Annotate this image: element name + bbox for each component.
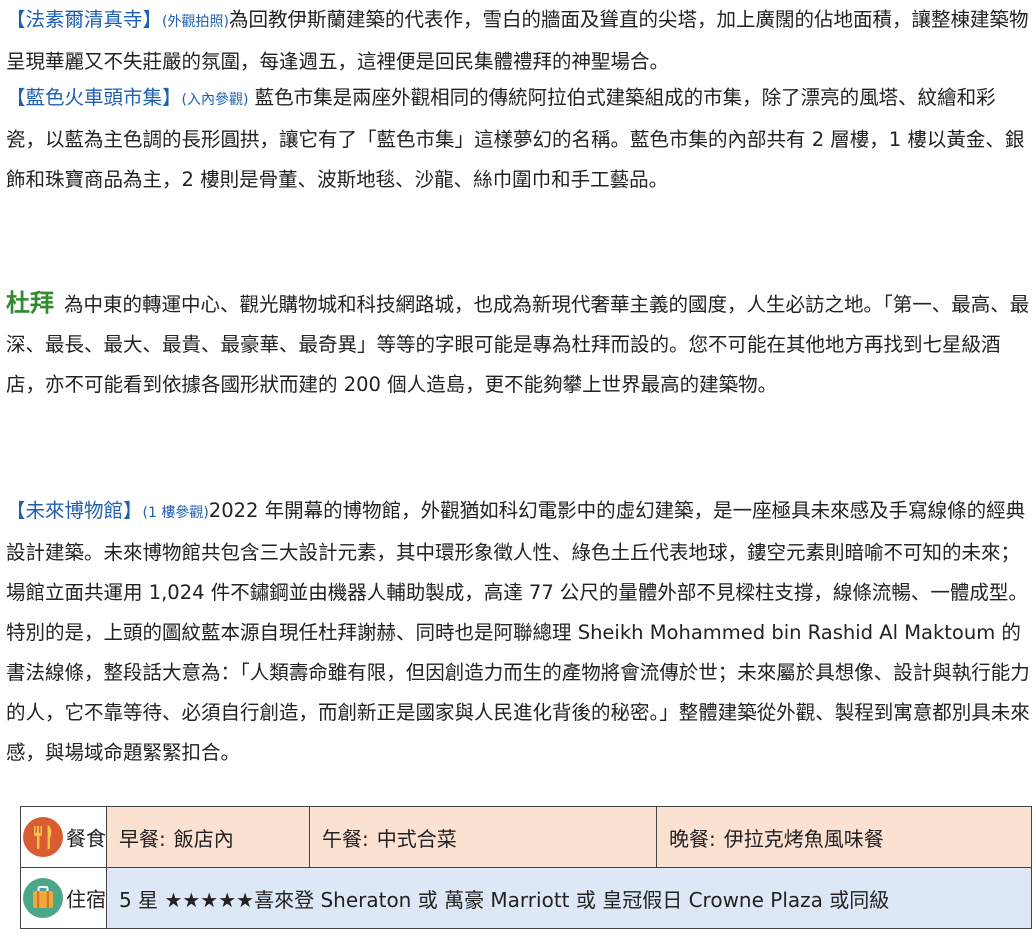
visit-note: (入內參觀) <box>181 92 249 108</box>
city-title: 杜拜 <box>6 289 54 317</box>
dinner-value: 伊拉克烤魚風味餐 <box>723 826 884 851</box>
accommodation-row: 住宿 5 星 ★★★★★喜來登 Sheraton 或 萬豪 Marriott 或… <box>20 867 1032 929</box>
breakfast-value: 飯店內 <box>173 826 234 851</box>
paragraph-blue-souk: 【藍色火車頭市集】(入內參觀) 藍色市集是兩座外觀相同的傳統阿拉伯式建築組成的市… <box>6 78 1032 200</box>
paragraph-dubai: 杜拜 為中東的轉運中心、觀光購物城和科技網路城，也成為新現代奢華主義的國度，人生必… <box>6 283 1032 405</box>
accommodation-cell: 5 星 ★★★★★喜來登 Sheraton 或 萬豪 Marriott 或 皇冠… <box>106 867 1032 929</box>
lunch-cell: 午餐: 中式合菜 <box>309 806 657 868</box>
attraction-tag: 【藍色火車頭市集】 <box>6 86 182 109</box>
dinner-label: 晚餐: <box>669 826 716 851</box>
city-description: 為中東的轉運中心、觀光購物城和科技網路城，也成為新現代奢華主義的國度，人生必訪之… <box>6 293 1030 396</box>
attraction-description-continued: 特別的是，上頭的圖紋藍本源自現任杜拜謝赫、同時也是阿聯總理 Sheikh Moh… <box>6 621 1030 764</box>
itinerary-info-table: 餐食 早餐: 飯店內 午餐: 中式合菜 晚餐: 伊拉克烤魚風味餐 住宿 5 星 ★★★… <box>20 806 1032 929</box>
accommodation-label: 住宿 <box>66 887 106 912</box>
lunch-value: 中式合菜 <box>376 826 457 851</box>
visit-note: (外觀拍照) <box>162 14 229 30</box>
breakfast-label: 早餐: <box>119 826 166 851</box>
meal-header: 餐食 <box>20 806 107 868</box>
fork-knife-icon <box>23 817 63 857</box>
accommodation-header: 住宿 <box>20 867 107 929</box>
dinner-cell: 晚餐: 伊拉克烤魚風味餐 <box>656 806 1032 868</box>
paragraph-museum: 【未來博物館】(1 樓參觀)2022 年開幕的博物館，外觀猶如科幻電影中的虛幻建… <box>6 491 1032 773</box>
luggage-icon <box>23 878 63 918</box>
attraction-tag: 【未來博物館】 <box>6 499 143 522</box>
attraction-tag: 【法素爾清真寺】 <box>6 8 163 31</box>
meal-row: 餐食 早餐: 飯店內 午餐: 中式合菜 晚餐: 伊拉克烤魚風味餐 <box>20 806 1032 868</box>
accommodation-value: 5 星 ★★★★★喜來登 Sheraton 或 萬豪 Marriott 或 皇冠… <box>119 887 890 912</box>
meal-label: 餐食 <box>66 826 106 851</box>
visit-note: (1 樓參觀) <box>142 505 209 521</box>
lunch-label: 午餐: <box>322 826 369 851</box>
paragraph-faisal-mosque: 【法素爾清真寺】(外觀拍照)為回教伊斯蘭建築的代表作，雪白的牆面及聳直的尖塔，加… <box>6 0 1032 82</box>
breakfast-cell: 早餐: 飯店內 <box>106 806 310 868</box>
